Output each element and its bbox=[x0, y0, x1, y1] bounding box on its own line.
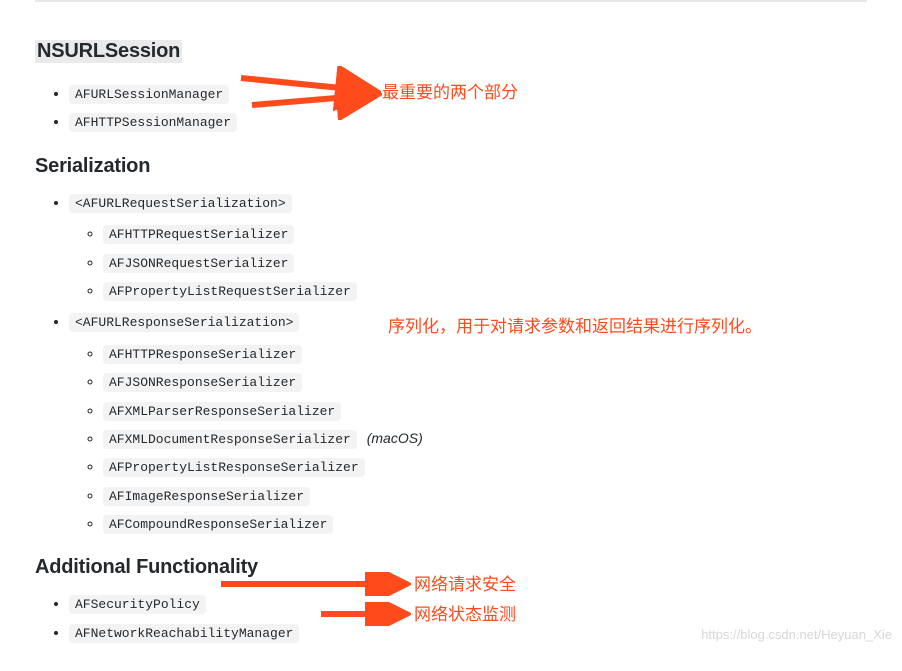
code-item: AFNetworkReachabilityManager bbox=[69, 624, 299, 643]
code-item: AFHTTPSessionManager bbox=[69, 113, 237, 132]
code-item: AFHTTPRequestSerializer bbox=[103, 225, 294, 244]
code-item: AFPropertyListRequestSerializer bbox=[103, 282, 357, 301]
list-item: AFJSONResponseSerializer bbox=[103, 369, 867, 394]
list-item: AFSecurityPolicy bbox=[69, 591, 867, 616]
section-title-nsurlsession: NSURLSession bbox=[35, 40, 182, 63]
sublist: AFHTTPResponseSerializer AFJSONResponseS… bbox=[69, 341, 867, 537]
code-item: AFJSONRequestSerializer bbox=[103, 254, 294, 273]
list-item: AFImageResponseSerializer bbox=[103, 483, 867, 508]
list-item: AFHTTPSessionManager bbox=[69, 109, 867, 134]
watermark-text: https://blog.csdn.net/Heyuan_Xie bbox=[701, 627, 892, 642]
code-item: <AFURLResponseSerialization> bbox=[69, 313, 299, 332]
code-item: AFSecurityPolicy bbox=[69, 595, 206, 614]
list-item: AFHTTPRequestSerializer bbox=[103, 221, 867, 246]
list-item: AFPropertyListResponseSerializer bbox=[103, 454, 867, 479]
list-item: AFJSONRequestSerializer bbox=[103, 250, 867, 275]
sublist: AFHTTPRequestSerializer AFJSONRequestSer… bbox=[69, 221, 867, 303]
list-item: AFCompoundResponseSerializer bbox=[103, 511, 867, 536]
section-title-serialization: Serialization bbox=[35, 155, 867, 178]
list-item: AFURLSessionManager bbox=[69, 81, 867, 106]
code-item: <AFURLRequestSerialization> bbox=[69, 194, 292, 213]
top-divider bbox=[35, 0, 867, 2]
code-item: AFXMLDocumentResponseSerializer bbox=[103, 430, 357, 449]
code-item: AFJSONResponseSerializer bbox=[103, 373, 302, 392]
code-item: AFCompoundResponseSerializer bbox=[103, 515, 333, 534]
list-item: AFXMLDocumentResponseSerializer (macOS) bbox=[103, 426, 867, 451]
code-item: AFPropertyListResponseSerializer bbox=[103, 458, 365, 477]
serialization-list: <AFURLRequestSerialization> AFHTTPReques… bbox=[35, 190, 867, 537]
code-item: AFImageResponseSerializer bbox=[103, 487, 310, 506]
list-item: <AFURLResponseSerialization> AFHTTPRespo… bbox=[69, 309, 867, 536]
nsurlsession-list: AFURLSessionManager AFHTTPSessionManager bbox=[35, 81, 867, 135]
list-item: AFHTTPResponseSerializer bbox=[103, 341, 867, 366]
list-item: AFPropertyListRequestSerializer bbox=[103, 278, 867, 303]
list-item: AFXMLParserResponseSerializer bbox=[103, 398, 867, 423]
macos-note: (macOS) bbox=[367, 430, 423, 446]
section-title-additional: Additional Functionality bbox=[35, 556, 867, 579]
code-item: AFXMLParserResponseSerializer bbox=[103, 402, 341, 421]
document-body: NSURLSession AFURLSessionManager AFHTTPS… bbox=[0, 0, 902, 671]
code-item: AFURLSessionManager bbox=[69, 85, 229, 104]
list-item: <AFURLRequestSerialization> AFHTTPReques… bbox=[69, 190, 867, 304]
code-item: AFHTTPResponseSerializer bbox=[103, 345, 302, 364]
